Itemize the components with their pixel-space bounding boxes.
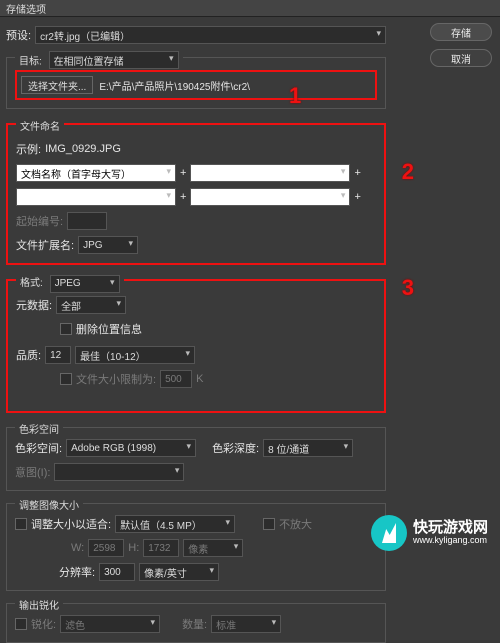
name-part-2[interactable] (190, 164, 350, 182)
watermark-line1: 快玩游戏网 (413, 520, 488, 537)
format-fieldset: 格式: 元数据: 删除位置信息 品质: 文件大小限制为: K (6, 279, 386, 413)
filesize-limit-input (160, 370, 192, 388)
sharpen-enable-label: 锐化: (31, 616, 56, 632)
sharpen-amount-select (211, 615, 281, 633)
sharpen-for-select (60, 615, 160, 633)
sharpen-checkbox[interactable] (15, 618, 27, 630)
cancel-button[interactable]: 取消 (430, 49, 492, 67)
no-enlarge-checkbox (263, 518, 275, 530)
target-path-box: 选择文件夹... E:\产品\产品照片\190425附件\cr2\ (15, 70, 377, 100)
watermark-line2: www.kyligang.com (413, 536, 488, 546)
filesize-limit-unit: K (196, 373, 203, 385)
height-input (143, 539, 179, 557)
window-titlebar: 存储选项 (0, 0, 500, 17)
quality-input[interactable] (45, 346, 71, 364)
example-label: 示例: (16, 141, 41, 157)
dialog-buttons: 存储 取消 (430, 23, 492, 67)
resize-fieldset: 调整图像大小 调整大小以适合: 不放大 W: H: 分辨率: (6, 503, 386, 591)
start-num-label: 起始编号: (16, 213, 63, 229)
example-value: IMG_0929.JPG (45, 143, 121, 155)
colorspace-legend: 色彩空间 (15, 421, 63, 436)
resize-checkbox[interactable] (15, 518, 27, 530)
filesize-limit-checkbox[interactable] (60, 373, 72, 385)
ext-select[interactable] (78, 236, 138, 254)
target-mode-select[interactable] (49, 51, 179, 69)
naming-legend: 文件命名 (16, 118, 64, 133)
sharpen-legend: 输出锐化 (15, 597, 63, 612)
name-part-3[interactable] (16, 188, 176, 206)
fit-label: 调整大小以适合: (31, 516, 111, 532)
format-select[interactable] (50, 275, 120, 293)
preset-label: 预设: (6, 27, 31, 43)
no-enlarge-label: 不放大 (279, 516, 312, 532)
intent-label: 意图(I): (15, 464, 50, 480)
meta-label: 元数据: (16, 297, 52, 313)
preset-select[interactable] (35, 26, 386, 44)
intent-select (54, 463, 184, 481)
resolution-unit-select[interactable] (139, 563, 219, 581)
depth-label: 色彩深度: (212, 440, 259, 456)
name-part-4[interactable] (190, 188, 350, 206)
start-num-input[interactable] (67, 212, 107, 230)
save-button[interactable]: 存储 (430, 23, 492, 41)
target-fieldset: 目标: 选择文件夹... E:\产品\产品照片\190425附件\cr2\ (6, 57, 386, 109)
width-input (88, 539, 124, 557)
depth-select[interactable] (263, 439, 353, 457)
resolution-label: 分辨率: (59, 564, 95, 580)
filesize-limit-label: 文件大小限制为: (76, 371, 156, 387)
target-legend: 目标: (15, 51, 183, 69)
colorspace-fieldset: 色彩空间 色彩空间: 色彩深度: 意图(I): (6, 427, 386, 491)
sharpen-fieldset: 输出锐化 锐化: 数量: (6, 603, 386, 643)
sharpen-amount-label: 数量: (182, 616, 207, 632)
meta-select[interactable] (56, 296, 126, 314)
annotation-1: 1 (289, 83, 301, 109)
delete-location-checkbox[interactable] (60, 323, 72, 335)
window-title: 存储选项 (6, 1, 46, 16)
format-legend: 格式: (16, 274, 124, 293)
naming-fieldset: 文件命名 示例: IMG_0929.JPG + + + + 起始编号: 文件扩展… (6, 123, 386, 265)
ext-label: 文件扩展名: (16, 237, 74, 253)
name-part-1[interactable] (16, 164, 176, 182)
delete-location-label: 删除位置信息 (76, 321, 142, 337)
resolution-input[interactable] (99, 563, 135, 581)
quality-label: 品质: (16, 347, 41, 363)
fit-select[interactable] (115, 515, 235, 533)
quality-preset-select[interactable] (75, 346, 195, 364)
space-label: 色彩空间: (15, 440, 62, 456)
target-path-text: E:\产品\产品照片\190425附件\cr2\ (99, 78, 371, 93)
size-unit-select (183, 539, 243, 557)
annotation-2: 2 (402, 159, 414, 185)
annotation-3: 3 (402, 275, 414, 301)
choose-folder-button[interactable]: 选择文件夹... (21, 76, 93, 94)
space-select[interactable] (66, 439, 196, 457)
resize-legend: 调整图像大小 (15, 497, 83, 512)
watermark: 快玩游戏网 www.kyligang.com (365, 511, 494, 555)
watermark-icon (371, 515, 407, 551)
